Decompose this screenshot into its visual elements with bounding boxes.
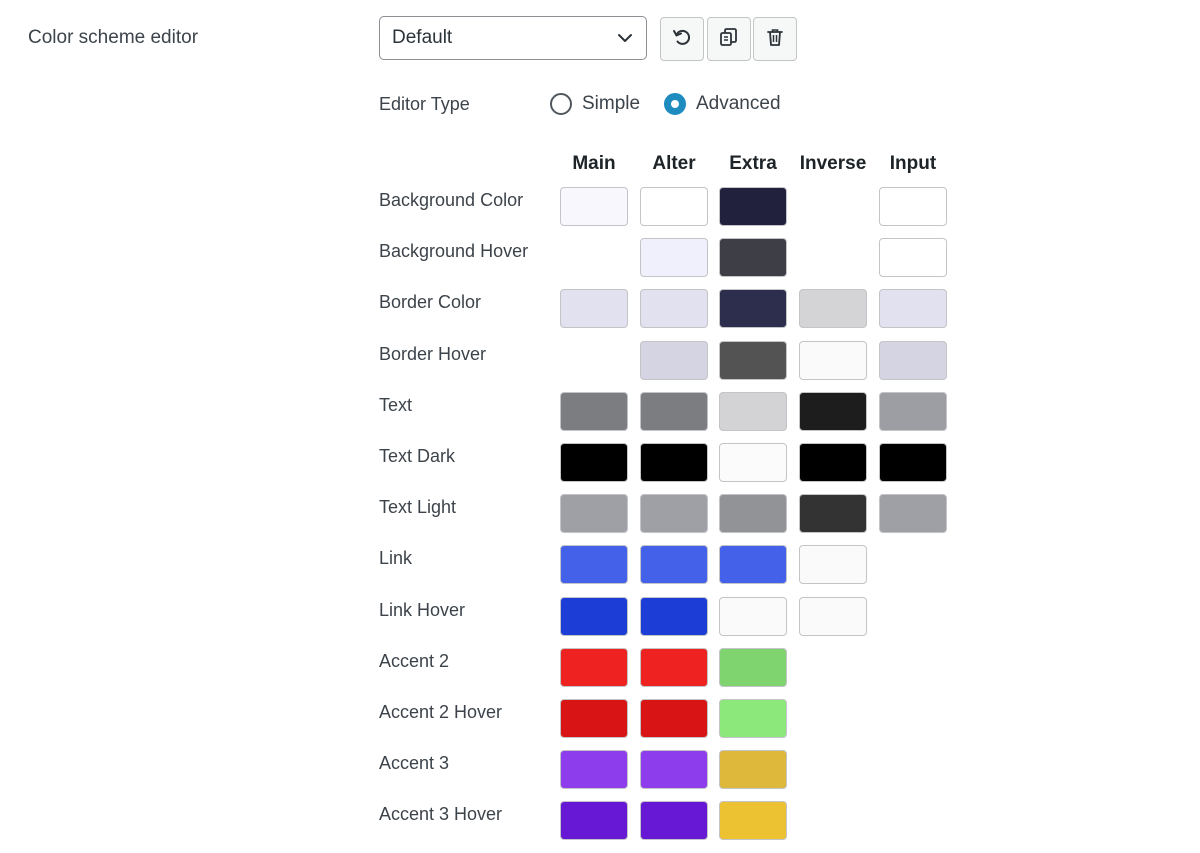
color-swatch-main[interactable] (560, 750, 628, 790)
color-swatch-extra[interactable] (719, 596, 787, 636)
copy-icon (718, 26, 740, 53)
radio-advanced-label: Advanced (696, 93, 781, 114)
color-swatch-extra[interactable] (719, 647, 787, 687)
color-swatch-alter[interactable] (640, 289, 708, 329)
color-scheme-editor-page: Color scheme editor Default Editor Type … (0, 0, 1200, 853)
radio-advanced[interactable]: Advanced (664, 93, 781, 115)
color-swatch-input[interactable] (879, 289, 947, 329)
trash-icon (764, 26, 786, 53)
column-header-extra: Extra (729, 153, 777, 174)
color-swatch-extra[interactable] (719, 801, 787, 841)
reset-button[interactable] (660, 17, 704, 61)
color-swatch-extra[interactable] (719, 545, 787, 585)
column-header-alter: Alter (652, 153, 696, 174)
column-header-main: Main (572, 153, 616, 174)
column-header-inverse: Inverse (799, 153, 867, 174)
row-label: Accent 3 Hover (379, 804, 503, 825)
section-title: Color scheme editor (28, 27, 199, 48)
color-swatch-main[interactable] (560, 545, 628, 585)
color-swatch-main[interactable] (560, 699, 628, 738)
color-swatch-inverse[interactable] (799, 596, 867, 636)
color-swatch-input[interactable] (879, 238, 947, 278)
color-swatch-extra[interactable] (719, 187, 787, 226)
color-swatch-extra[interactable] (719, 340, 787, 380)
color-swatch-alter[interactable] (640, 545, 708, 585)
color-swatch-inverse[interactable] (799, 494, 867, 534)
color-swatch-alter[interactable] (640, 596, 708, 636)
color-swatch-main[interactable] (560, 391, 628, 431)
scheme-select[interactable]: Default (379, 16, 647, 60)
editor-type-label: Editor Type (379, 94, 470, 114)
color-swatch-main[interactable] (560, 647, 628, 687)
color-swatch-alter[interactable] (640, 340, 708, 380)
row-label: Accent 3 (379, 753, 450, 774)
color-swatch-input[interactable] (879, 494, 947, 534)
chevron-down-icon (616, 29, 634, 47)
row-label: Background Hover (379, 241, 529, 262)
scheme-select-value: Default (392, 27, 453, 48)
color-swatch-input[interactable] (879, 340, 947, 380)
column-header-input: Input (889, 153, 937, 174)
color-swatch-main[interactable] (560, 494, 628, 534)
color-swatch-extra[interactable] (719, 699, 787, 738)
color-swatch-extra[interactable] (719, 750, 787, 790)
row-label: Background Color (379, 190, 524, 210)
color-swatch-alter[interactable] (640, 801, 708, 841)
color-swatch-inverse[interactable] (799, 340, 867, 380)
color-swatch-inverse[interactable] (799, 443, 867, 482)
color-swatch-extra[interactable] (719, 494, 787, 534)
color-swatch-extra[interactable] (719, 289, 787, 329)
color-swatch-extra[interactable] (719, 238, 787, 278)
copy-button[interactable] (707, 17, 751, 61)
color-swatch-alter[interactable] (640, 750, 708, 790)
row-label: Accent 2 Hover (379, 702, 503, 722)
row-label: Link Hover (379, 599, 466, 620)
radio-unchecked-icon[interactable] (550, 93, 572, 115)
row-label: Border Color (379, 292, 482, 313)
color-swatch-main[interactable] (560, 443, 628, 482)
color-swatch-alter[interactable] (640, 699, 708, 738)
radio-simple[interactable]: Simple (550, 93, 640, 115)
color-swatch-input[interactable] (879, 443, 947, 482)
radio-simple-label: Simple (582, 93, 641, 114)
color-swatch-extra[interactable] (719, 391, 787, 431)
row-label: Text Light (379, 497, 457, 518)
reset-icon (671, 26, 693, 53)
row-label: Link (379, 548, 413, 569)
color-swatch-main[interactable] (560, 289, 628, 329)
color-swatch-alter[interactable] (640, 494, 708, 534)
color-swatch-inverse[interactable] (799, 289, 867, 329)
row-label: Border Hover (379, 343, 487, 364)
color-swatch-main[interactable] (560, 801, 628, 841)
color-swatch-input[interactable] (879, 187, 947, 226)
color-swatch-alter[interactable] (640, 238, 708, 278)
color-swatch-inverse[interactable] (799, 545, 867, 585)
color-swatch-input[interactable] (879, 391, 947, 431)
color-swatch-alter[interactable] (640, 187, 708, 226)
color-swatch-alter[interactable] (640, 391, 708, 431)
color-swatch-main[interactable] (560, 187, 628, 226)
color-swatch-alter[interactable] (640, 647, 708, 687)
delete-button[interactable] (753, 17, 797, 61)
color-swatch-inverse[interactable] (799, 391, 867, 431)
radio-checked-icon[interactable] (664, 93, 686, 115)
row-label: Text (379, 394, 413, 415)
row-label: Accent 2 (379, 650, 450, 671)
color-swatch-alter[interactable] (640, 443, 708, 482)
row-label: Text Dark (379, 446, 456, 466)
color-swatch-main[interactable] (560, 596, 628, 636)
color-swatch-extra[interactable] (719, 443, 787, 482)
